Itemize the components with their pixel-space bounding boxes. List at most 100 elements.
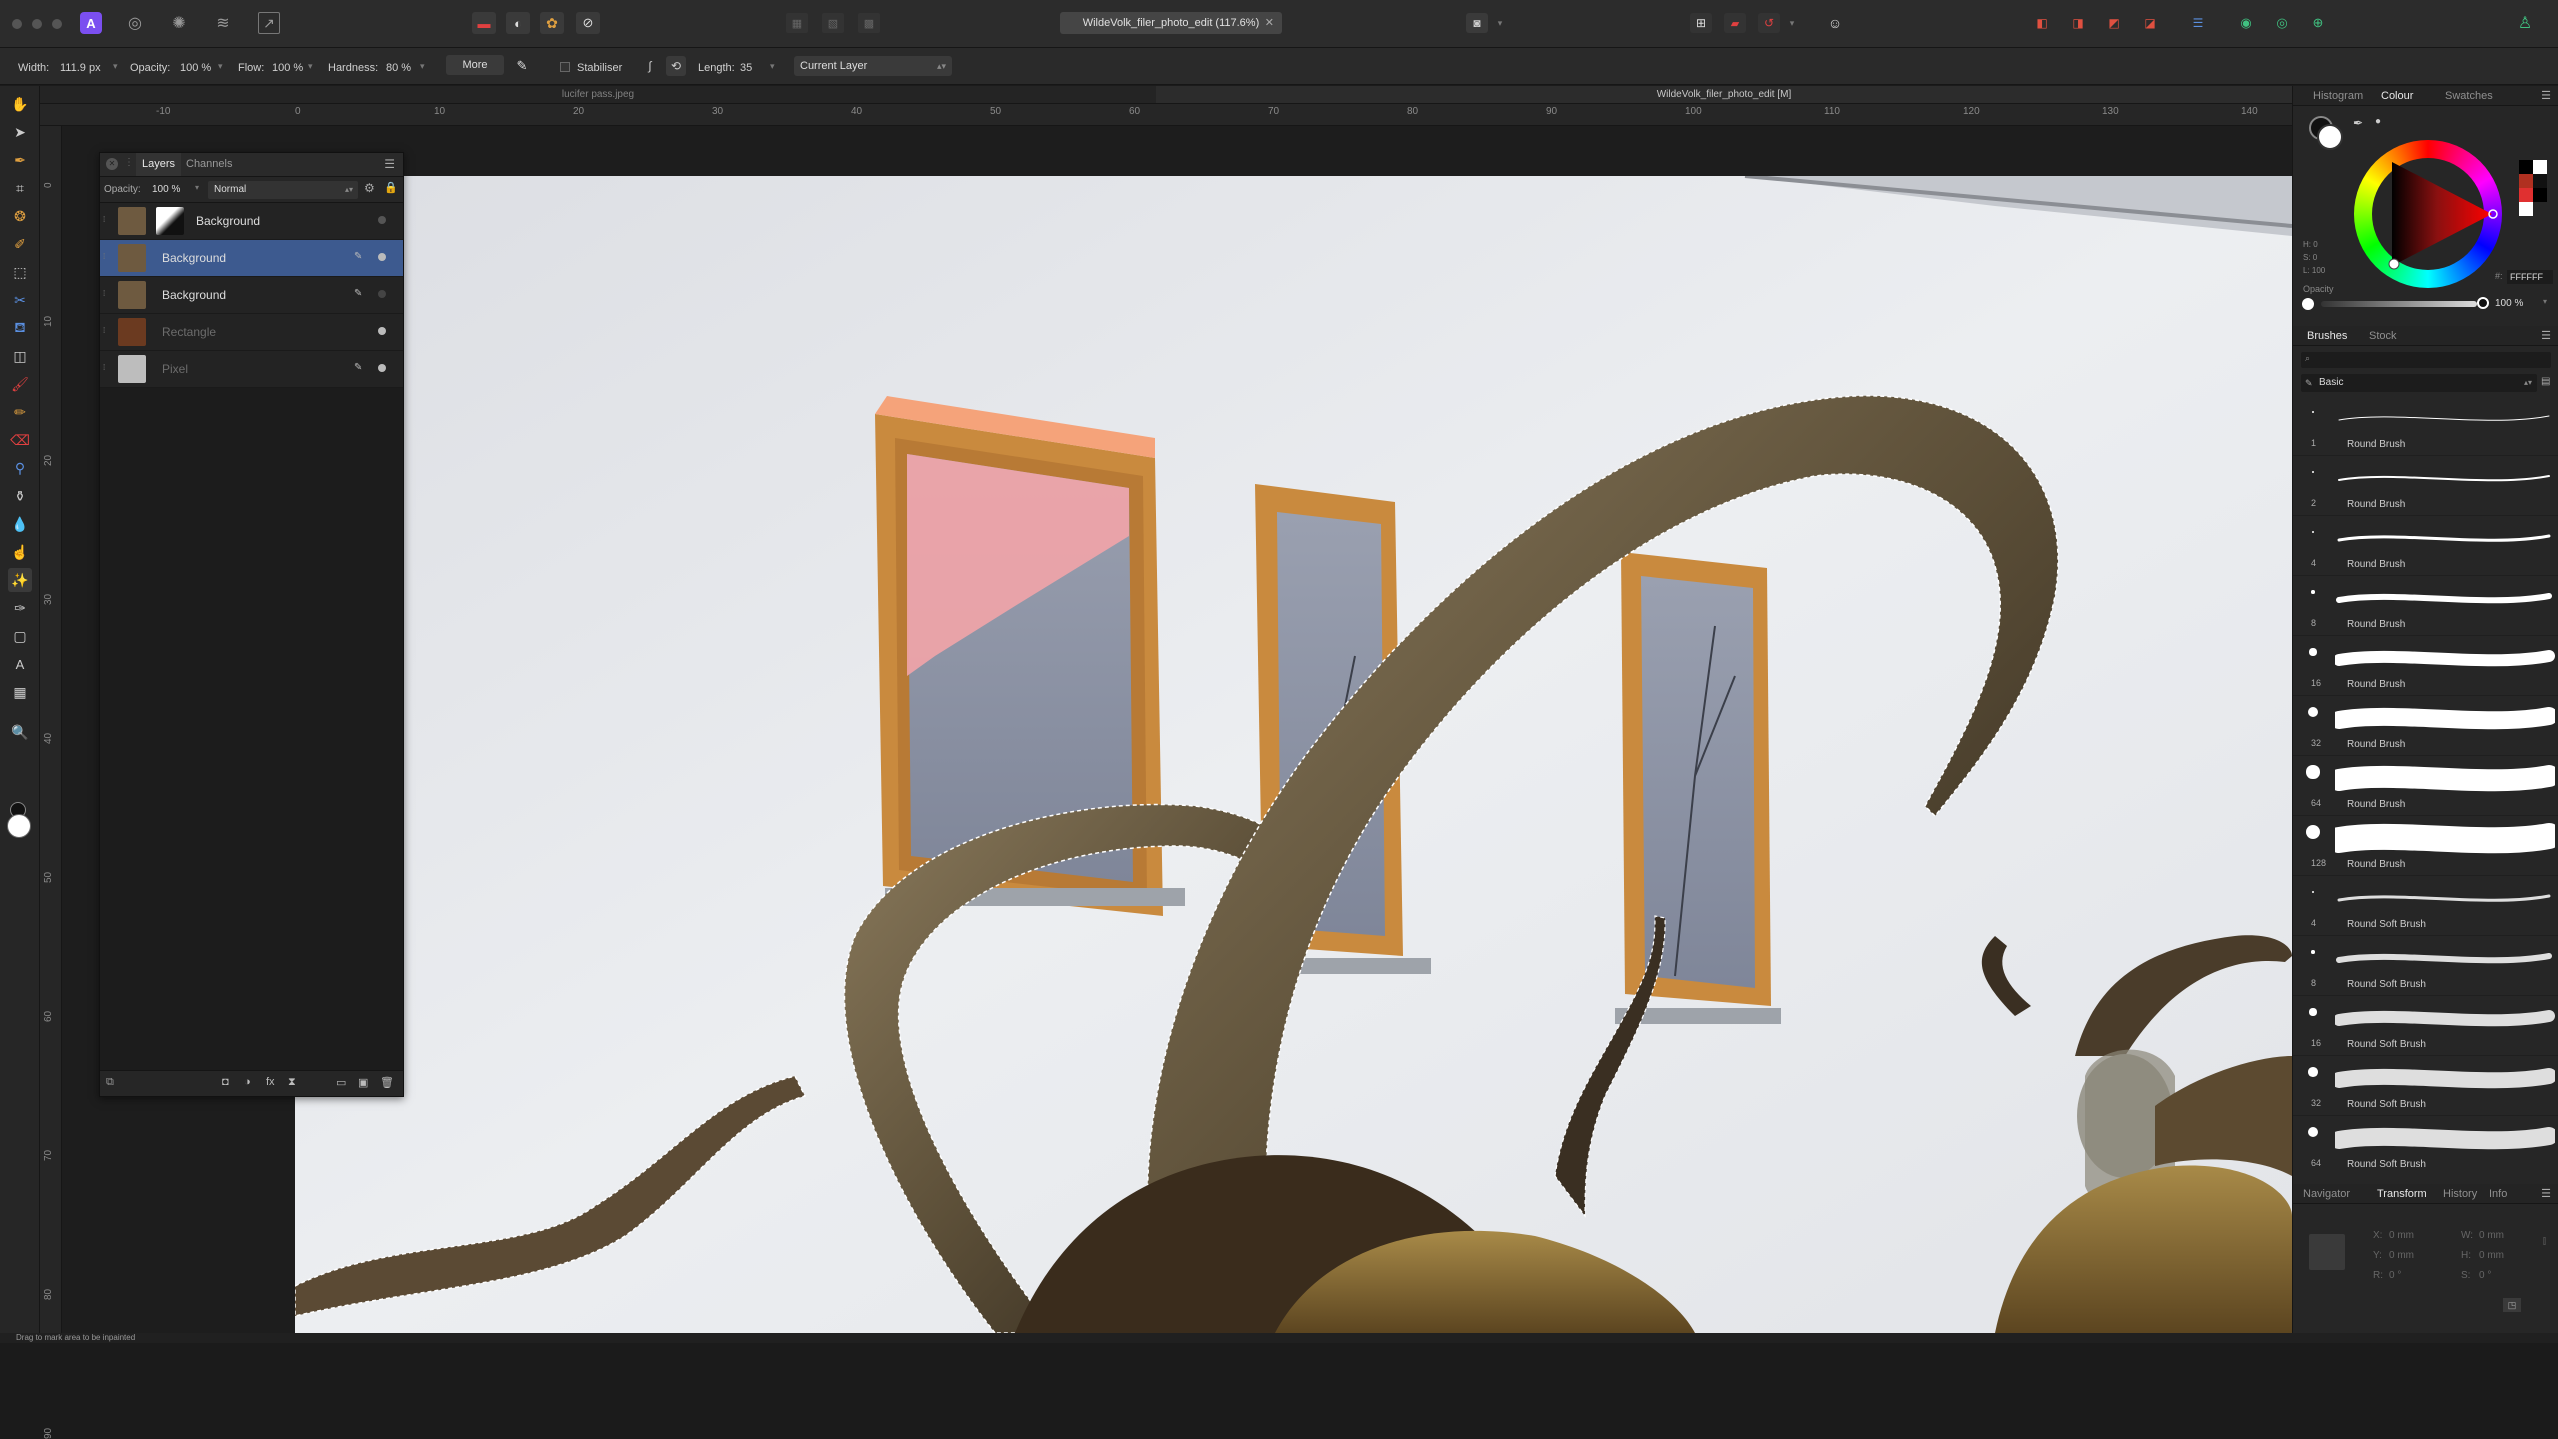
colour-opacity-field[interactable]: 100 % bbox=[2495, 298, 2523, 309]
tab-navigator[interactable]: Navigator bbox=[2303, 1188, 2350, 1200]
layer-opacity-field[interactable]: 100 % bbox=[152, 184, 180, 195]
refine-icon[interactable]: ◐ bbox=[506, 12, 530, 34]
arrange-forward-icon[interactable]: ◩ bbox=[2104, 13, 2124, 33]
add-mask-icon[interactable]: ◘ bbox=[222, 1076, 229, 1088]
width-dropdown-icon[interactable]: ▾ bbox=[113, 61, 118, 72]
recent-colour-3[interactable] bbox=[2519, 174, 2533, 188]
close-document-icon[interactable]: ✕ bbox=[1265, 12, 1274, 34]
grid-c-icon[interactable]: ▩ bbox=[858, 13, 880, 33]
layer-row[interactable]: ⁞ Background bbox=[100, 203, 403, 240]
blur-brush-tool-icon[interactable]: 💧 bbox=[8, 512, 32, 536]
layer-effects-icon[interactable]: ⧉ bbox=[106, 1076, 114, 1089]
photo-canvas[interactable] bbox=[295, 176, 2292, 1333]
flood-fill-tool-icon[interactable]: ⛾ bbox=[8, 316, 32, 340]
tab-stock[interactable]: Stock bbox=[2369, 330, 2397, 342]
link-icon[interactable]: ⫿ bbox=[2543, 1236, 2546, 1247]
dodge-tool-icon[interactable]: ⚲ bbox=[8, 456, 32, 480]
grid-a-icon[interactable]: ▦ bbox=[786, 13, 808, 33]
app-logo-icon[interactable]: A bbox=[80, 12, 102, 34]
layer-row[interactable]: ⁞ Rectangle bbox=[100, 314, 403, 351]
boolean-subtract-icon[interactable]: ◎ bbox=[2272, 13, 2292, 33]
add-group-icon[interactable]: ▭ bbox=[336, 1076, 346, 1089]
tab-history[interactable]: History bbox=[2443, 1188, 2477, 1200]
brush-item[interactable]: 32 Round Brush bbox=[2293, 696, 2558, 756]
recent-colour-4[interactable] bbox=[2533, 174, 2547, 188]
assistant-icon[interactable]: ☺ bbox=[1824, 13, 1846, 33]
arrange-front-icon[interactable]: ◪ bbox=[2140, 13, 2160, 33]
boolean-intersect-icon[interactable]: ⊕ bbox=[2308, 13, 2328, 33]
rectangle-tool-icon[interactable]: ▢ bbox=[8, 624, 32, 648]
brush-item[interactable]: 64 Round Soft Brush bbox=[2293, 1116, 2558, 1168]
brush-item[interactable]: 32 Round Soft Brush bbox=[2293, 1056, 2558, 1116]
horizontal-ruler[interactable]: -10 0 10 20 30 40 50 60 70 80 90 100 110 120 130 140 bbox=[40, 104, 2292, 126]
target-layer-select[interactable]: Current Layer ▴▾ bbox=[794, 56, 952, 76]
opacity-slider[interactable] bbox=[2321, 301, 2477, 307]
mesh-warp-tool-icon[interactable]: ▦ bbox=[8, 680, 32, 704]
layer-lock-icon[interactable]: 🔒 bbox=[384, 181, 398, 194]
y-field[interactable]: 0 mm bbox=[2389, 1250, 2414, 1261]
brush-item[interactable]: 64 Round Brush bbox=[2293, 756, 2558, 816]
fx-icon[interactable]: fx bbox=[266, 1076, 275, 1088]
layer-row[interactable]: ⁞ Background ✎ bbox=[100, 240, 403, 277]
force-pixel-icon[interactable]: ▰ bbox=[1724, 13, 1746, 33]
more-button[interactable]: More bbox=[446, 55, 504, 75]
brush-search-input[interactable]: ⌕ bbox=[2301, 352, 2551, 368]
tab-lucifer-pass[interactable]: lucifer pass.jpeg bbox=[40, 86, 1156, 103]
view-tool-icon[interactable]: ✋ bbox=[8, 92, 32, 116]
tab-layers[interactable]: Layers bbox=[136, 153, 182, 176]
brush-item[interactable]: 4 Round Brush bbox=[2293, 516, 2558, 576]
layer-visibility-icon[interactable] bbox=[378, 290, 386, 298]
tab-transform[interactable]: Transform bbox=[2377, 1188, 2427, 1200]
opacity-slider-knob[interactable] bbox=[2302, 298, 2314, 310]
layer-expand-icon[interactable]: ⁞ bbox=[103, 326, 105, 335]
colour-wheel[interactable] bbox=[2354, 140, 2502, 288]
panel-menu-icon[interactable]: ☰ bbox=[384, 157, 395, 171]
delete-layer-icon[interactable]: 🗑 bbox=[380, 1076, 394, 1089]
brush-item[interactable]: 8 Round Brush bbox=[2293, 576, 2558, 636]
brush-category-select[interactable]: ✎ Basic ▴▾ bbox=[2301, 374, 2537, 392]
live-filter-icon[interactable]: ⧗ bbox=[288, 1076, 296, 1089]
quick-mask-icon[interactable]: ◙ bbox=[1466, 13, 1488, 33]
brush-item[interactable]: 128 Round Brush bbox=[2293, 816, 2558, 876]
pixel-tool-icon[interactable]: ✏ bbox=[8, 400, 32, 424]
adjustment-icon[interactable]: ◑ bbox=[244, 1076, 251, 1088]
layer-expand-icon[interactable]: ⁞ bbox=[103, 289, 105, 298]
brush-item[interactable]: 4 Round Soft Brush bbox=[2293, 876, 2558, 936]
crop-tool-icon[interactable]: ⌗ bbox=[8, 176, 32, 200]
opacity-dropdown-icon[interactable]: ▾ bbox=[218, 61, 223, 72]
boolean-add-icon[interactable]: ◉ bbox=[2236, 13, 2256, 33]
layer-expand-icon[interactable]: ⁞ bbox=[103, 252, 105, 261]
no-assistant-icon[interactable]: ⊘ bbox=[576, 12, 600, 34]
tab-brushes[interactable]: Brushes bbox=[2307, 330, 2347, 342]
anchor-selector[interactable] bbox=[2309, 1234, 2345, 1270]
zoom-tool-icon[interactable]: 🔍 bbox=[8, 720, 32, 744]
brushes-panel-menu-icon[interactable]: ☰ bbox=[2541, 329, 2551, 342]
stabiliser-checkbox[interactable] bbox=[560, 62, 570, 72]
color-picker-tool-icon[interactable]: ✒ bbox=[8, 148, 32, 172]
grid-b-icon[interactable]: ▧ bbox=[822, 13, 844, 33]
layer-visibility-icon[interactable] bbox=[378, 216, 386, 224]
length-dropdown-icon[interactable]: ▾ bbox=[770, 61, 775, 72]
clone-tool-icon[interactable]: ⚱ bbox=[8, 484, 32, 508]
length-field[interactable]: 35 bbox=[740, 62, 752, 74]
tab-swatches[interactable]: Swatches bbox=[2445, 90, 2493, 102]
opacity-field[interactable]: 100 % bbox=[180, 62, 211, 74]
gradient-tool-icon[interactable]: ◫ bbox=[8, 344, 32, 368]
layer-row[interactable]: ⁞ Pixel ✎ bbox=[100, 351, 403, 388]
rope-mode-icon[interactable]: ∫ bbox=[640, 56, 660, 76]
freehand-selection-tool-icon[interactable]: ✂ bbox=[8, 288, 32, 312]
layer-edit-icon[interactable]: ✎ bbox=[354, 362, 362, 373]
user-account-icon[interactable]: ♙ bbox=[2514, 12, 2536, 34]
hex-field[interactable]: FFFFFF bbox=[2507, 270, 2553, 284]
colour-panel-menu-icon[interactable]: ☰ bbox=[2541, 89, 2551, 102]
develop-persona-icon[interactable]: ✺ bbox=[168, 12, 190, 34]
marquee-tool-icon[interactable]: ⬚ bbox=[8, 260, 32, 284]
layer-expand-icon[interactable]: ⁞ bbox=[103, 363, 105, 372]
layer-edit-icon[interactable]: ✎ bbox=[354, 251, 362, 262]
export-persona-icon[interactable]: ↗ bbox=[258, 12, 280, 34]
opacity-slider-handle[interactable] bbox=[2477, 297, 2489, 309]
color-wheel-icon[interactable]: ✿ bbox=[540, 12, 564, 34]
recent-colour-5[interactable] bbox=[2519, 188, 2533, 202]
recent-colour-2[interactable] bbox=[2533, 160, 2547, 174]
layer-row[interactable]: ⁞ Background ✎ bbox=[100, 277, 403, 314]
